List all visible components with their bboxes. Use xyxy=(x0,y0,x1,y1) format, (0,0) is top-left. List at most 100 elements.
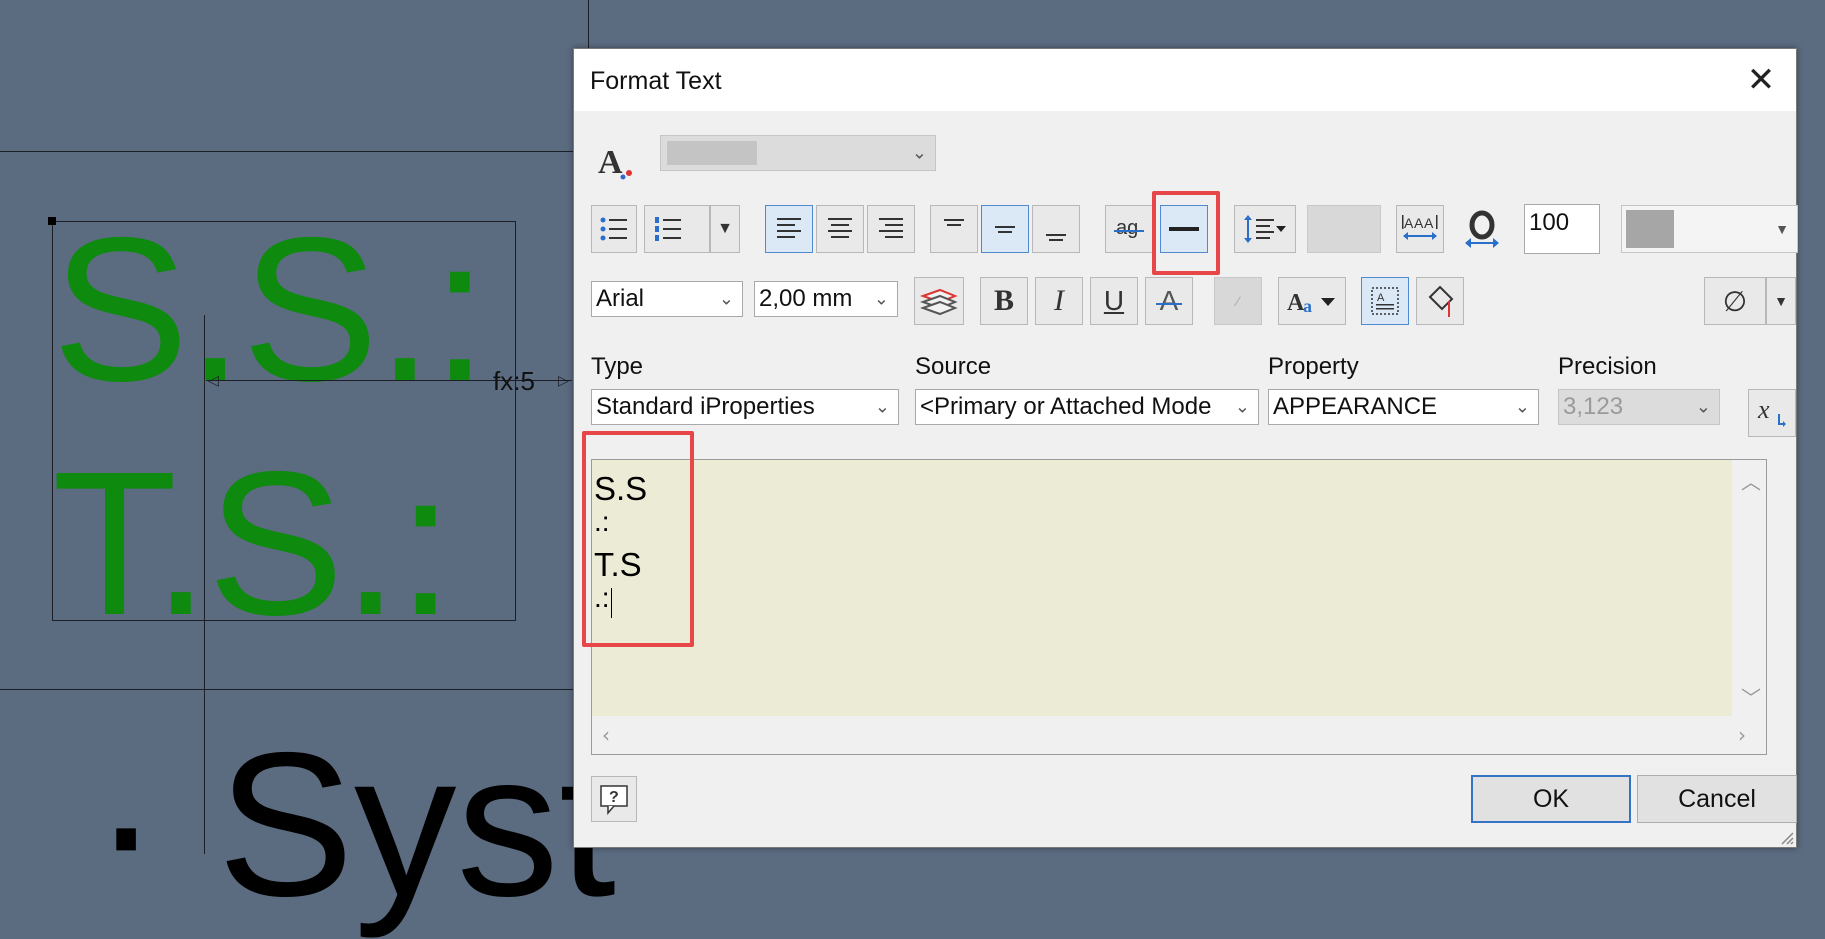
italic-button[interactable]: I xyxy=(1035,277,1083,325)
insert-symbol-button[interactable]: ∅ xyxy=(1704,277,1766,325)
valign-top-button[interactable] xyxy=(930,205,978,253)
blurred-style-name xyxy=(667,141,757,165)
layers-button[interactable] xyxy=(914,277,964,325)
grid-line xyxy=(0,689,573,690)
type-label: Type xyxy=(591,353,644,380)
stack-button[interactable]: ⁄ xyxy=(1214,277,1262,325)
arrow-right-icon: ▷ xyxy=(558,373,569,389)
width-factor-input[interactable]: 100 xyxy=(1524,204,1600,254)
numbered-list-icon xyxy=(655,217,681,241)
source-value: <Primary or Attached Mode xyxy=(920,393,1212,420)
bullet-list-button[interactable] xyxy=(591,205,637,253)
case-change-icon: Aa xyxy=(1287,290,1335,316)
bullet-list-icon xyxy=(600,217,627,241)
font-combo[interactable]: Arial ⌄ xyxy=(591,281,743,317)
scroll-right-icon[interactable]: › xyxy=(1738,723,1746,747)
underline-button[interactable]: U xyxy=(1090,277,1138,325)
scroll-left-icon[interactable]: ‹ xyxy=(602,723,610,747)
bold-button[interactable]: B xyxy=(980,277,1028,325)
dialog-title: Format Text xyxy=(590,67,722,95)
add-parameter-button[interactable]: x xyxy=(1748,389,1796,437)
numbered-list-dropdown[interactable]: ▼ xyxy=(710,205,740,253)
svg-text:?: ? xyxy=(609,789,619,806)
numbered-list-button[interactable] xyxy=(644,205,710,253)
precision-combo[interactable]: 3,123 ⌄ xyxy=(1558,389,1720,425)
valign-bottom-icon xyxy=(1046,234,1066,241)
valign-top-icon xyxy=(944,219,964,226)
font-value: Arial xyxy=(596,285,645,312)
disabled-color-button[interactable] xyxy=(1307,205,1381,253)
line-spacing-icon xyxy=(1244,215,1286,243)
text-style-icon: A xyxy=(596,141,636,181)
text-editor[interactable]: S.S .: T.S .: ︿ ﹀ ‹ › xyxy=(591,459,1767,755)
green-text-line-2: T.S.: xyxy=(52,429,454,658)
grid-line xyxy=(0,151,573,152)
svg-text:A: A xyxy=(1377,292,1385,304)
property-label: Property xyxy=(1268,353,1359,380)
svg-text:x: x xyxy=(1757,396,1770,424)
valign-middle-button[interactable] xyxy=(981,205,1029,253)
caret-down-icon: ▼ xyxy=(1775,221,1789,237)
text-color-combo[interactable]: ▼ xyxy=(1621,205,1798,253)
strikethrough-button[interactable]: A xyxy=(1145,277,1193,325)
width-factor-icon xyxy=(1461,209,1503,251)
precision-value: 3,123 xyxy=(1563,393,1624,420)
vertical-scrollbar[interactable]: ︿ ﹀ xyxy=(1732,460,1766,716)
svg-text:A: A xyxy=(598,144,623,181)
chevron-down-icon: ⌄ xyxy=(1230,396,1250,418)
text-frame-icon: A xyxy=(1371,287,1399,315)
align-left-button[interactable] xyxy=(765,205,813,253)
align-right-button[interactable] xyxy=(867,205,915,253)
ok-button[interactable]: OK xyxy=(1471,775,1631,823)
close-icon[interactable]: ✕ xyxy=(1742,61,1780,99)
svg-text:A: A xyxy=(1424,215,1434,231)
highlight-box xyxy=(1152,191,1220,275)
text-style-combo[interactable]: ⌄ xyxy=(660,135,936,171)
bottom-canvas-text: · Syst xyxy=(92,710,616,939)
valign-bottom-button[interactable] xyxy=(1032,205,1080,253)
fill-bucket-icon xyxy=(1428,285,1454,317)
fill-button[interactable] xyxy=(1416,277,1464,325)
help-button[interactable]: ? xyxy=(591,776,637,822)
line-spacing-button[interactable] xyxy=(1234,205,1296,253)
scroll-up-icon[interactable]: ︿ xyxy=(1741,466,1761,495)
svg-text:a: a xyxy=(1303,296,1312,316)
resize-grip-icon[interactable] xyxy=(1778,829,1794,845)
svg-text:A: A xyxy=(1414,215,1424,231)
grid-line xyxy=(588,0,589,48)
strikethrough-icon: A xyxy=(1155,285,1183,317)
align-left-icon xyxy=(777,218,801,238)
precision-label: Precision xyxy=(1558,353,1657,380)
align-center-button[interactable] xyxy=(816,205,864,253)
format-text-dialog: Format Text ✕ A ⌄ ▼ ag A A A 100 ▼ Arial… xyxy=(573,48,1798,848)
chevron-down-icon: ⌄ xyxy=(1514,396,1530,417)
color-swatch xyxy=(1626,210,1674,248)
layers-icon xyxy=(920,288,958,316)
baseline-icon: ag xyxy=(1114,217,1144,239)
scroll-down-icon[interactable]: ﹀ xyxy=(1741,682,1761,711)
green-text-line-1: S.S.: xyxy=(52,195,488,424)
align-center-icon xyxy=(828,218,852,238)
chevron-down-icon: ⌄ xyxy=(911,142,927,163)
type-combo[interactable]: Standard iProperties ⌄ xyxy=(591,389,899,425)
cancel-button[interactable]: Cancel xyxy=(1637,775,1797,823)
type-value: Standard iProperties xyxy=(596,393,815,420)
horizontal-scrollbar[interactable]: ‹ › xyxy=(592,716,1766,754)
character-spacing-icon: AAA xyxy=(1402,215,1438,240)
property-combo[interactable]: APPEARANCE ⌄ xyxy=(1268,389,1539,425)
chevron-down-icon: ⌄ xyxy=(1695,396,1711,417)
dimension-label: fx:5 xyxy=(493,366,535,396)
align-right-icon xyxy=(879,218,903,238)
highlight-box xyxy=(582,431,694,647)
valign-middle-icon xyxy=(995,226,1015,233)
insert-symbol-dropdown[interactable]: ▼ xyxy=(1766,277,1796,325)
chevron-down-icon: ⌄ xyxy=(874,396,890,417)
baseline-button[interactable]: ag xyxy=(1105,205,1153,253)
case-button[interactable]: Aa xyxy=(1278,277,1346,325)
character-spacing-button[interactable]: AAA xyxy=(1396,205,1444,253)
text-size-value: 2,00 mm xyxy=(759,285,853,312)
text-size-combo[interactable]: 2,00 mm ⌄ xyxy=(754,281,898,317)
dialog-titlebar[interactable]: Format Text ✕ xyxy=(574,49,1796,111)
source-combo[interactable]: <Primary or Attached Mode ⌄ xyxy=(915,389,1259,425)
text-frame-button[interactable]: A xyxy=(1361,277,1409,325)
